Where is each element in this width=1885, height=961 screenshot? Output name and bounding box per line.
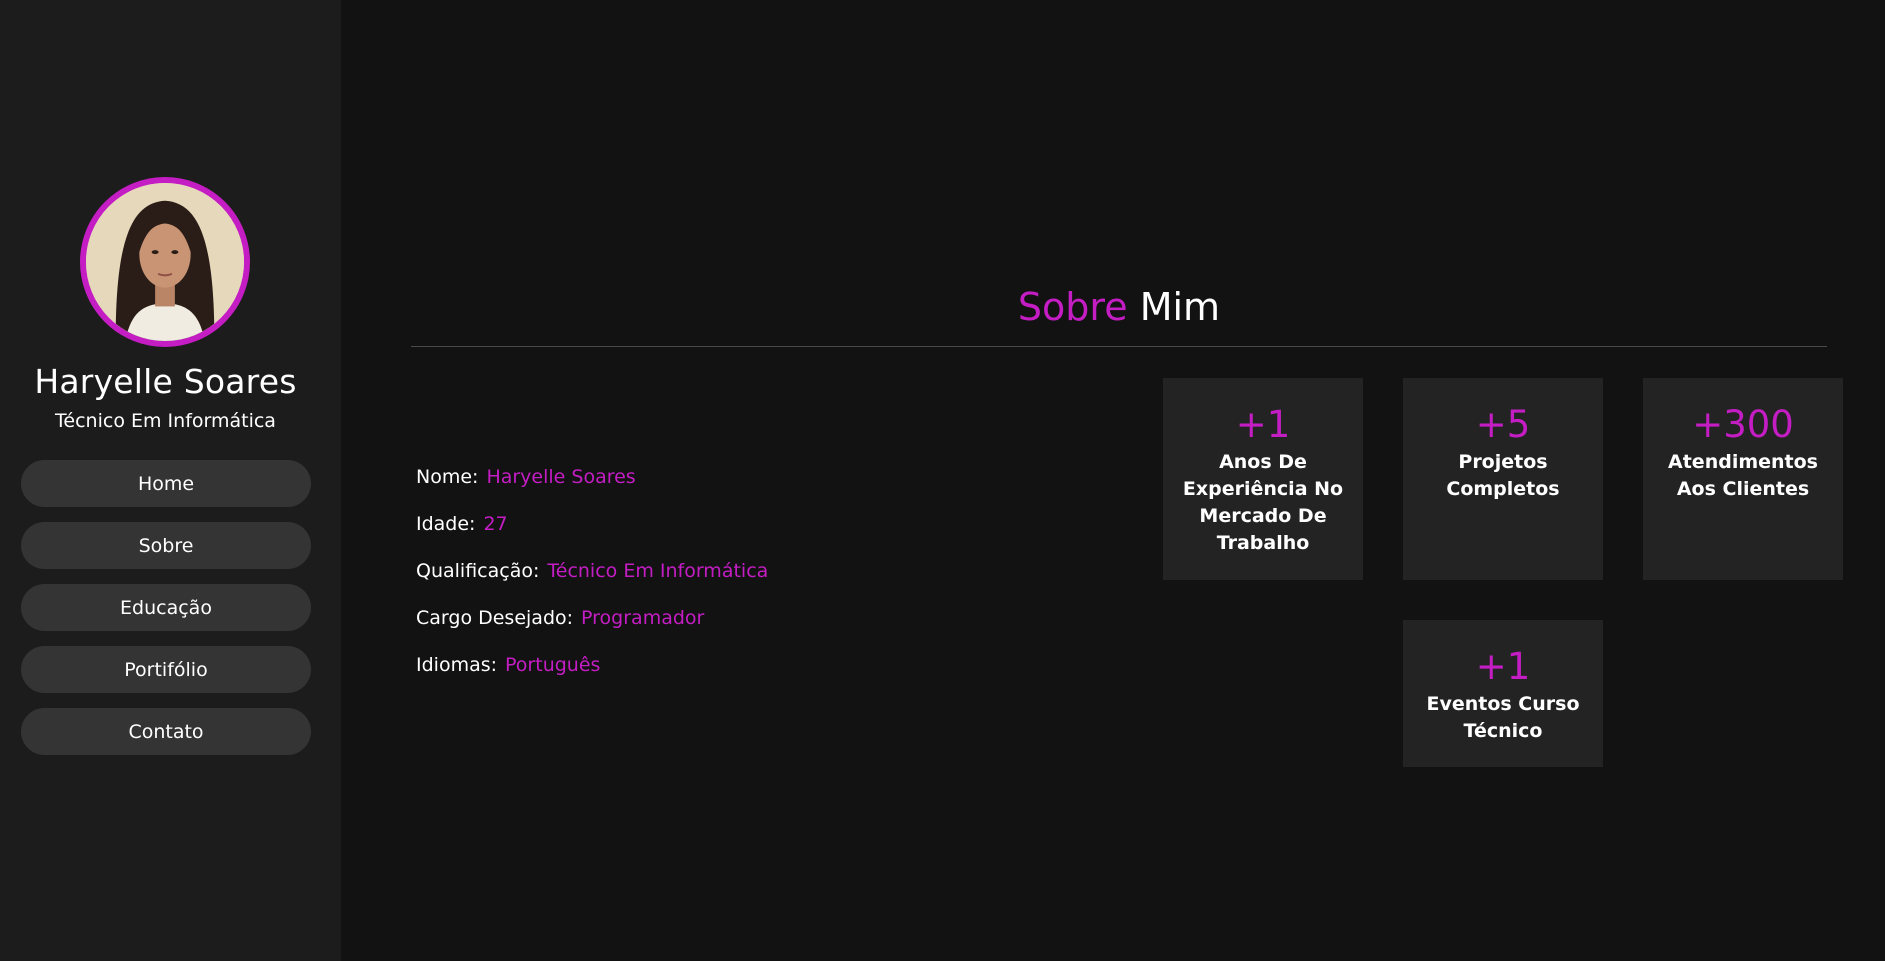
nav-sobre-button[interactable]: Sobre [21,522,311,569]
stat-label: Atendimentos Aos Clientes [1668,451,1818,500]
profile-name: Haryelle Soares [34,362,297,401]
stat-card-events: +1 Eventos Curso Técnico [1403,620,1603,767]
info-value: Técnico Em Informática [547,560,769,582]
info-label: Nome: [416,466,479,488]
info-row-cargo: Cargo Desejado: Programador [416,607,768,654]
stat-label: Projetos Completos [1446,451,1560,500]
nav-home-button[interactable]: Home [21,460,311,507]
info-value: Haryelle Soares [486,466,636,488]
info-row-nome: Nome: Haryelle Soares [416,466,768,513]
section-title-rest: Mim [1139,285,1221,329]
profile-role: Técnico Em Informática [55,410,276,432]
profile-photo [86,183,244,341]
stat-number: +5 [1475,403,1531,446]
section-title: Sobre Mim [411,285,1827,329]
stat-label: Eventos Curso Técnico [1426,693,1580,742]
info-label: Cargo Desejado: [416,607,574,629]
sidebar: Haryelle Soares Técnico Em Informática H… [0,0,341,961]
stat-number: +1 [1475,645,1531,688]
personal-info-list: Nome: Haryelle Soares Idade: 27 Qualificaç… [416,466,768,701]
nav-portifolio-button[interactable]: Portifólio [21,646,311,693]
nav-educacao-button[interactable]: Educação [21,584,311,631]
info-row-idiomas: Idiomas: Português [416,654,768,701]
stat-card-clients: +300 Atendimentos Aos Clientes [1643,378,1843,580]
info-label: Idiomas: [416,654,498,676]
nav-contato-button[interactable]: Contato [21,708,311,755]
info-value: Português [505,654,601,676]
stat-number: +300 [1692,403,1794,446]
main-content: Sobre Mim Nome: Haryelle Soares Idade: 27 … [341,0,1885,961]
stat-card-experience: +1 Anos De Experiência No Mercado De Tra… [1163,378,1363,580]
info-row-qualificacao: Qualificação: Técnico Em Informática [416,560,768,607]
stat-label: Anos De Experiência No Mercado De Trabal… [1182,451,1344,554]
info-label: Qualificação: [416,560,540,582]
stat-number: +1 [1235,403,1291,446]
info-value: Programador [581,607,705,629]
section-title-accent: Sobre [1017,285,1128,329]
sidebar-nav: Home Sobre Educação Portifólio Contato [21,460,311,770]
avatar [80,177,250,347]
info-row-idade: Idade: 27 [416,513,768,560]
info-label: Idade: [416,513,476,535]
info-value: 27 [483,513,508,535]
section-divider [411,346,1827,347]
stat-card-projects: +5 Projetos Completos [1403,378,1603,580]
